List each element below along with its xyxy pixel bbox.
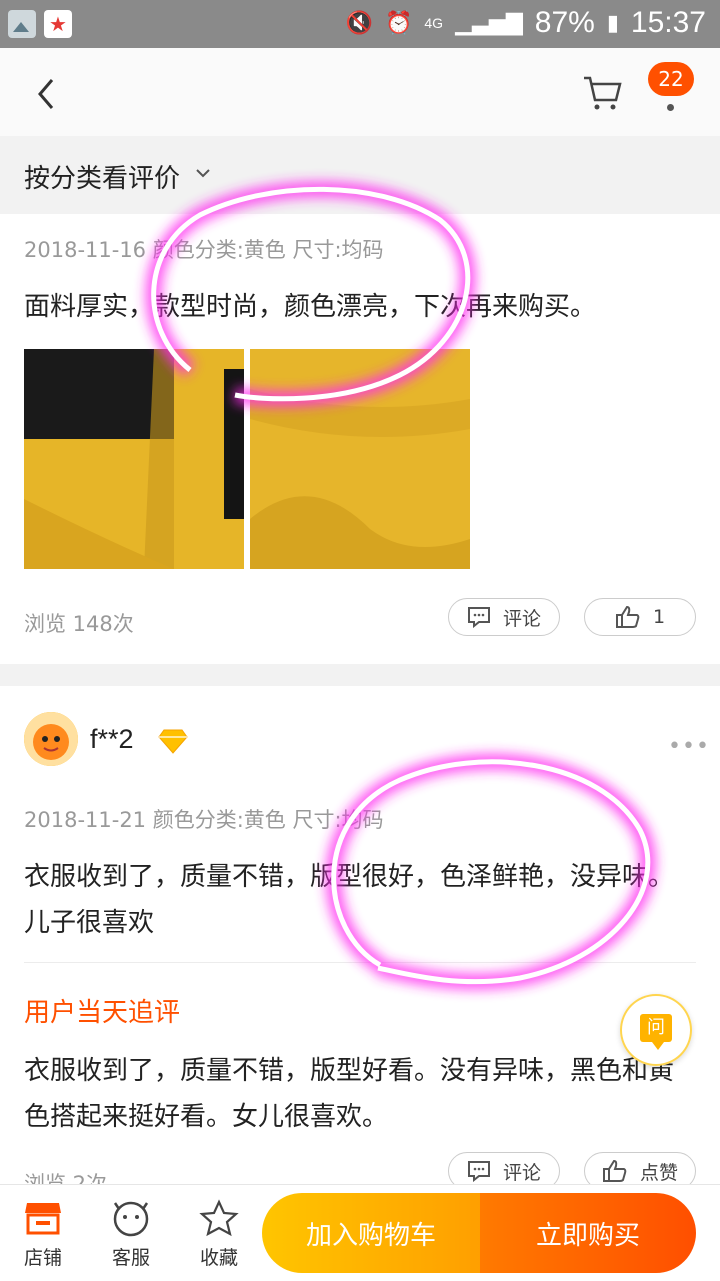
message-count-badge: 22	[648, 62, 694, 96]
diamond-vip-icon	[158, 729, 188, 754]
review-card: f**2 ••• 2018-11-21 颜色分类:黄色 尺寸:均码 衣服收到了，…	[0, 686, 720, 1196]
divider	[24, 962, 696, 963]
username: f**2	[90, 724, 134, 754]
review-content: 衣服收到了，质量不错，版型很好，色泽鲜艳，没异味。儿子很喜欢	[24, 862, 675, 938]
shop-icon	[25, 1203, 61, 1235]
chevron-down-icon	[196, 169, 210, 178]
more-dot-icon	[667, 104, 674, 111]
filter-label: 按分类看评价	[24, 164, 181, 194]
gallery-notification-icon	[8, 10, 36, 38]
comment-button[interactable]: 评论	[448, 598, 560, 636]
battery-icon: ▮	[606, 10, 619, 35]
back-button[interactable]	[28, 74, 68, 114]
alarm-icon: ⏰	[384, 10, 413, 35]
shop-label: 店铺	[23, 1247, 62, 1269]
like-button[interactable]: 1	[584, 598, 696, 636]
network-type: 4G	[424, 15, 444, 31]
cart-icon	[584, 76, 622, 110]
followup-content: 衣服收到了，质量不错，版型好看。没有异味，黑色和黄色搭起来挺好看。女儿很喜欢。	[24, 1056, 675, 1132]
service-label: 客服	[111, 1247, 150, 1269]
chevron-left-icon	[38, 79, 54, 109]
signal-icon: ▁▃▅▇	[455, 10, 523, 35]
star-icon	[199, 1199, 239, 1237]
review-card: 2018-11-16 颜色分类:黄色 尺寸:均码 面料厚实，款型时尚，颜色漂亮，…	[0, 214, 720, 664]
app-notification-icon: ★	[44, 10, 72, 38]
more-menu-button[interactable]: 22	[646, 62, 696, 122]
cart-button[interactable]	[580, 70, 624, 114]
favorite-button[interactable]: 收藏	[184, 1199, 254, 1270]
buy-now-button[interactable]: 立即购买	[480, 1193, 696, 1273]
battery-percent: 87%	[534, 6, 595, 39]
customer-service-icon	[113, 1201, 149, 1237]
comment-label: 评论	[502, 607, 541, 630]
clock: 15:37	[630, 6, 706, 39]
thumbs-up-icon	[602, 1159, 627, 1182]
customer-service-button[interactable]: 客服	[96, 1199, 166, 1270]
category-filter[interactable]: 按分类看评价	[0, 136, 720, 214]
view-count: 浏览 148次	[24, 612, 134, 636]
followup-title: 用户当天追评	[24, 998, 181, 1028]
ask-question-button[interactable]: 问	[620, 994, 692, 1066]
status-bar: ★ 🔇 ⏰ 4G ▁▃▅▇ 87% ▮ 15:37	[0, 0, 720, 48]
review-photo[interactable]	[24, 349, 244, 569]
shop-button[interactable]: 店铺	[8, 1199, 78, 1270]
mute-icon: 🔇	[345, 10, 373, 35]
bottom-action-bar: 店铺 客服 收藏 加入购物车 立即购买	[0, 1184, 720, 1281]
review-content: 面料厚实，款型时尚，颜色漂亮，下次再来购买。	[24, 292, 597, 322]
nav-bar: 22	[0, 48, 720, 136]
status-indicators: 🔇 ⏰ 4G ▁▃▅▇ 87% ▮ 15:37	[346, 6, 706, 40]
review-photo[interactable]	[250, 349, 470, 569]
question-bubble-icon: 问	[640, 1014, 672, 1050]
review-meta: 2018-11-16 颜色分类:黄色 尺寸:均码	[24, 238, 384, 262]
avatar[interactable]	[24, 712, 78, 766]
thumbs-up-icon	[615, 605, 640, 628]
like-count: 1	[652, 606, 666, 628]
review-options-icon[interactable]: •••	[668, 734, 710, 759]
add-to-cart-button[interactable]: 加入购物车	[262, 1193, 480, 1273]
like-label: 点赞	[639, 1161, 678, 1184]
review-meta: 2018-11-21 颜色分类:黄色 尺寸:均码	[24, 808, 384, 832]
favorite-label: 收藏	[199, 1247, 238, 1269]
comment-label: 评论	[502, 1161, 541, 1184]
comment-icon	[467, 607, 490, 628]
comment-icon	[467, 1161, 490, 1182]
